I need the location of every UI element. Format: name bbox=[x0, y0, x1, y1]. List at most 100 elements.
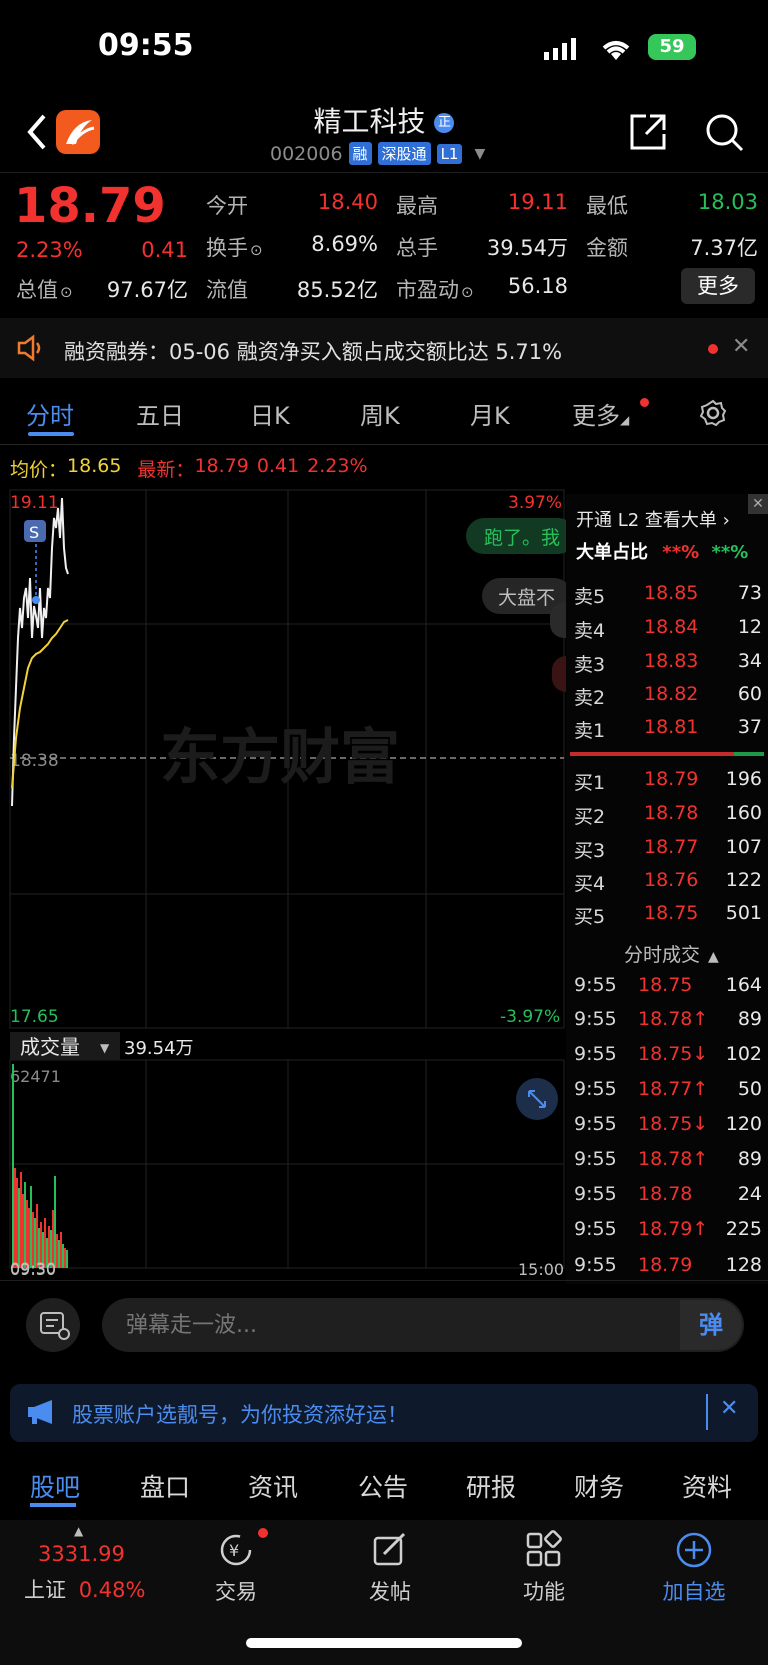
float-cap-label: 流值 bbox=[206, 278, 248, 302]
tab-intraday[interactable]: 分时 bbox=[26, 396, 74, 431]
volume-value: 39.54万 bbox=[486, 236, 568, 260]
index-name: 上证 bbox=[24, 1578, 66, 1602]
tab-weekly[interactable]: 周K bbox=[360, 396, 400, 431]
ask-3-vol: 34 bbox=[737, 650, 762, 672]
tick-vol: 89 bbox=[737, 1008, 762, 1030]
tick-time: 9:55 bbox=[574, 1113, 617, 1135]
tab-finance[interactable]: 财务 bbox=[574, 1468, 624, 1504]
tab-daily[interactable]: 日K bbox=[250, 396, 290, 431]
search-icon[interactable] bbox=[704, 112, 744, 152]
danmu-text-2: 大盘不 bbox=[498, 587, 555, 609]
latest-percent: 2.23% bbox=[307, 455, 368, 477]
bid-3-price: 18.77 bbox=[644, 836, 699, 858]
bid-5-price: 18.75 bbox=[644, 902, 699, 924]
home-indicator bbox=[246, 1638, 522, 1648]
nav-post[interactable]: 发帖 bbox=[340, 1576, 440, 1606]
danmu-text-1: 跑了。我 bbox=[484, 527, 560, 549]
share-icon[interactable] bbox=[628, 112, 668, 152]
change-amount: 0.41 bbox=[141, 238, 188, 262]
trade-icon[interactable]: ¥ bbox=[216, 1530, 256, 1570]
tab-forum[interactable]: 股吧 bbox=[30, 1468, 80, 1504]
tick-price: 18.79 bbox=[638, 1254, 693, 1276]
intraday-chart[interactable]: 东方财富 19.11 18.38 17.65 3.97% -3.97% S 跑了… bbox=[0, 488, 566, 1280]
watermark: 东方财富 bbox=[160, 723, 400, 793]
post-icon[interactable] bbox=[370, 1530, 410, 1570]
current-price: 18.79 bbox=[14, 178, 166, 234]
latest-change: 0.41 bbox=[256, 455, 300, 477]
danmu-bubble-4[interactable] bbox=[552, 656, 566, 692]
svg-text:¥: ¥ bbox=[229, 1541, 239, 1560]
avg-price-row: 均价： 18.65 最新： 18.79 0.41 2.23% bbox=[10, 455, 368, 482]
chevron-down-icon: ▼ bbox=[474, 145, 486, 162]
nav-functions[interactable]: 功能 bbox=[494, 1576, 594, 1606]
tab-more[interactable]: 更多◢ bbox=[572, 396, 629, 431]
tab-research[interactable]: 研报 bbox=[466, 1468, 516, 1504]
close-ad-icon[interactable]: ✕ bbox=[720, 1396, 738, 1421]
high-price-label: 19.11 bbox=[10, 493, 59, 513]
time-end: 15:00 bbox=[518, 1260, 565, 1279]
tick-price: 18.78↑ bbox=[638, 1148, 709, 1170]
notice-dot bbox=[708, 344, 718, 354]
orderbook-bar-green bbox=[734, 752, 764, 756]
tab-order-book[interactable]: 盘口 bbox=[140, 1468, 190, 1504]
avg-label: 均价： bbox=[10, 459, 68, 481]
ask-4-price: 18.84 bbox=[644, 616, 699, 638]
tick-time: 9:55 bbox=[574, 1043, 617, 1065]
ask-5-label: 卖5 bbox=[574, 586, 606, 608]
index-row[interactable]: 上证 0.48% bbox=[24, 1574, 145, 1604]
expand-chart-button[interactable] bbox=[516, 1078, 558, 1120]
ask-1-vol: 37 bbox=[737, 716, 762, 738]
notice-text: 融资融券：05-06 融资净买入额占成交额比达 5.71% bbox=[64, 340, 563, 364]
nav-trade[interactable]: 交易 bbox=[186, 1576, 286, 1606]
gear-icon[interactable] bbox=[698, 398, 728, 428]
change-percent: 2.23% bbox=[16, 238, 83, 262]
stock-code-row[interactable]: 002006 融 深股通 L1 ▼ bbox=[270, 142, 485, 165]
index-value[interactable]: 3331.99 bbox=[38, 1542, 125, 1566]
tick-vol: 50 bbox=[737, 1078, 762, 1100]
tab-monthly[interactable]: 月K bbox=[470, 396, 510, 431]
volume-bars bbox=[12, 1064, 68, 1268]
latest-value: 18.79 bbox=[194, 455, 249, 477]
bid-4-price: 18.76 bbox=[644, 869, 699, 891]
tick-time: 9:55 bbox=[574, 974, 617, 996]
ask-5-price: 18.85 bbox=[644, 582, 699, 604]
tab-five-day[interactable]: 五日 bbox=[136, 396, 184, 431]
danmu-input[interactable] bbox=[102, 1298, 744, 1352]
comment-list-button[interactable] bbox=[26, 1298, 80, 1352]
name-badge: 正 bbox=[434, 113, 455, 133]
pe-label[interactable]: 市盈动 ⊙ bbox=[396, 274, 474, 304]
bottom-tab-underline bbox=[30, 1503, 76, 1507]
tick-vol: 128 bbox=[725, 1254, 762, 1276]
tab-profile[interactable]: 资料 bbox=[682, 1468, 732, 1504]
low-price-label: 17.65 bbox=[10, 1007, 59, 1027]
nav-add-watchlist[interactable]: 加自选 bbox=[644, 1576, 744, 1606]
close-notice-icon[interactable]: ✕ bbox=[732, 334, 750, 359]
tab-announcements[interactable]: 公告 bbox=[358, 1468, 408, 1504]
tick-price: 18.75↓ bbox=[638, 1113, 709, 1135]
bid-2-vol: 160 bbox=[725, 802, 762, 824]
tick-time: 9:55 bbox=[574, 1008, 617, 1030]
open-value: 18.40 bbox=[317, 190, 378, 214]
tick-time: 9:55 bbox=[574, 1078, 617, 1100]
index-up-arrow: ▲ bbox=[74, 1524, 84, 1538]
high-label: 最高 bbox=[396, 194, 438, 218]
ask-2-price: 18.82 bbox=[644, 683, 699, 705]
ask-4-vol: 12 bbox=[737, 616, 762, 638]
high-pct-label: 3.97% bbox=[508, 493, 562, 513]
add-watchlist-icon[interactable] bbox=[674, 1530, 714, 1570]
tab-news[interactable]: 资讯 bbox=[248, 1468, 298, 1504]
bid-5-label: 买5 bbox=[574, 906, 606, 928]
tick-time: 9:55 bbox=[574, 1218, 617, 1240]
danmu-send-button[interactable]: 弹 bbox=[680, 1300, 742, 1350]
volume-label: 总手 bbox=[396, 236, 438, 260]
l2-upgrade-link[interactable]: 开通 L2 查看大单 › bbox=[576, 506, 730, 532]
market-cap-label[interactable]: 总值 ⊙ bbox=[16, 274, 73, 304]
ask-2-vol: 60 bbox=[737, 683, 762, 705]
more-quote-button[interactable]: 更多 bbox=[681, 268, 755, 304]
volume-total: 39.54万 bbox=[124, 1038, 194, 1059]
ask-5-vol: 73 bbox=[737, 582, 762, 604]
turnover-label[interactable]: 换手 ⊙ bbox=[206, 232, 263, 262]
functions-icon[interactable] bbox=[524, 1530, 564, 1570]
ask-3-price: 18.83 bbox=[644, 650, 699, 672]
close-panel-icon[interactable]: ✕ bbox=[748, 494, 768, 514]
